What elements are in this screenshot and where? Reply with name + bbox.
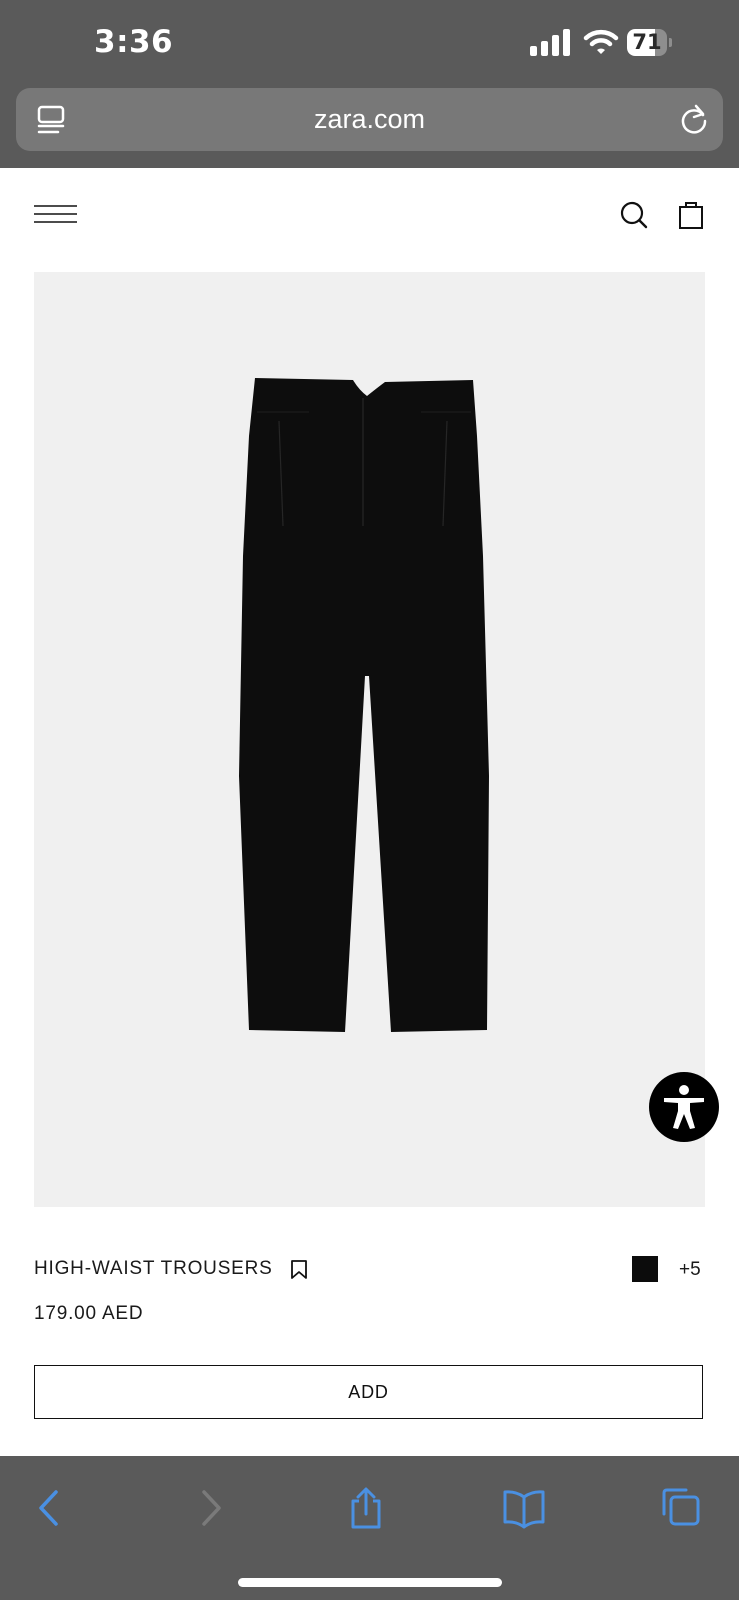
cellular-signal-icon: [530, 29, 570, 56]
battery-indicator: 71: [627, 29, 673, 56]
product-image[interactable]: [34, 272, 719, 1207]
share-icon[interactable]: [346, 1487, 386, 1529]
address-bar[interactable]: zara.com: [16, 88, 723, 151]
battery-level: 71: [632, 30, 662, 54]
back-arrow-icon[interactable]: [30, 1487, 70, 1529]
bookmark-icon[interactable]: [290, 1259, 308, 1280]
add-to-cart-button[interactable]: ADD: [34, 1365, 703, 1419]
more-colors-count[interactable]: +5: [679, 1259, 701, 1281]
accessibility-icon: [664, 1085, 704, 1129]
accessibility-button[interactable]: [649, 1072, 719, 1142]
search-icon[interactable]: [620, 201, 648, 229]
trousers-image: [239, 378, 489, 1032]
home-indicator: [238, 1578, 502, 1587]
tabs-icon[interactable]: [660, 1487, 700, 1529]
bookmarks-book-icon[interactable]: [502, 1487, 546, 1529]
ios-status-bar: 3:36 71 zara.com: [0, 0, 739, 168]
product-name[interactable]: HIGH-WAIST TROUSERS: [34, 1258, 273, 1280]
reload-icon[interactable]: [678, 103, 710, 135]
color-swatch[interactable]: [632, 1256, 658, 1282]
forward-arrow-icon[interactable]: [190, 1487, 230, 1529]
status-time: 3:36: [94, 24, 174, 60]
browser-toolbar: [0, 1456, 739, 1600]
shopping-bag-icon[interactable]: [678, 200, 704, 230]
url-text[interactable]: zara.com: [16, 88, 723, 151]
product-price: 179.00 AED: [34, 1303, 144, 1324]
hamburger-menu-icon[interactable]: [34, 204, 77, 226]
wifi-icon: [583, 29, 619, 54]
